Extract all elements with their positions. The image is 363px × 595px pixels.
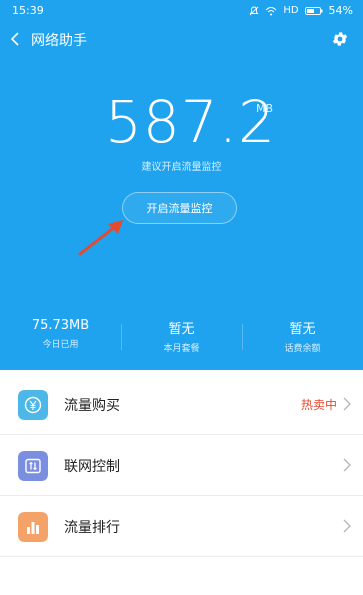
annotation-arrow-icon xyxy=(78,220,123,256)
usage-hint: 建议开启流量监控 xyxy=(141,162,222,173)
menu-item-label: 流量购买 xyxy=(64,398,120,414)
stat-value: 暂无 xyxy=(289,322,316,337)
chevron-right-icon xyxy=(343,397,351,411)
bell-off-icon xyxy=(249,6,259,15)
menu-list: 流量购买 热卖中 联网控制 流量排行 xyxy=(0,374,363,557)
menu-item-network-control[interactable]: 联网控制 xyxy=(0,435,363,496)
gear-icon[interactable] xyxy=(331,30,349,48)
chevron-right-icon xyxy=(343,458,351,472)
stat-value: 暂无 xyxy=(168,322,195,337)
back-arrow-icon[interactable] xyxy=(10,32,20,46)
wifi-icon xyxy=(265,6,277,15)
usage-value: 587.2 xyxy=(105,88,277,156)
stats-row: 75.73MB 今日已用 暂无 本月套餐 暂无 话费余额 xyxy=(0,318,363,358)
stat-value: 75.73MB xyxy=(31,318,90,333)
enable-monitoring-button[interactable]: 开启流量监控 xyxy=(122,192,237,224)
bar-chart-icon xyxy=(18,512,48,542)
menu-item-data-ranking[interactable]: 流量排行 xyxy=(0,496,363,557)
nav-bar: 网络助手 xyxy=(0,26,363,54)
page-title: 网络助手 xyxy=(31,33,87,49)
menu-item-label: 流量排行 xyxy=(64,520,120,536)
usage-unit: MB xyxy=(256,102,274,115)
stat-label: 本月套餐 xyxy=(163,344,200,354)
stat-today-used: 75.73MB 今日已用 xyxy=(0,318,121,358)
status-time: 15:39 xyxy=(12,4,44,17)
menu-item-label: 联网控制 xyxy=(64,459,120,475)
battery-percent: 54% xyxy=(328,4,353,17)
menu-item-data-purchase[interactable]: 流量购买 热卖中 xyxy=(0,374,363,435)
network-control-icon xyxy=(18,451,48,481)
stat-label: 今日已用 xyxy=(42,340,79,350)
status-bar: 15:39 HD 54% xyxy=(0,0,363,22)
hot-sale-badge: 热卖中 xyxy=(300,398,337,412)
stat-monthly-plan[interactable]: 暂无 本月套餐 xyxy=(121,318,242,358)
yen-icon xyxy=(18,390,48,420)
network-type: HD xyxy=(283,5,299,16)
status-icons: HD 54% xyxy=(249,4,353,17)
chevron-right-icon xyxy=(343,519,351,533)
stat-balance[interactable]: 暂无 话费余额 xyxy=(242,318,363,358)
top-panel: 15:39 HD 54% 网络助手 587.2 MB 建议开启流量监控 开启流量… xyxy=(0,0,363,370)
stat-label: 话费余额 xyxy=(284,344,321,354)
battery-icon xyxy=(304,6,323,15)
